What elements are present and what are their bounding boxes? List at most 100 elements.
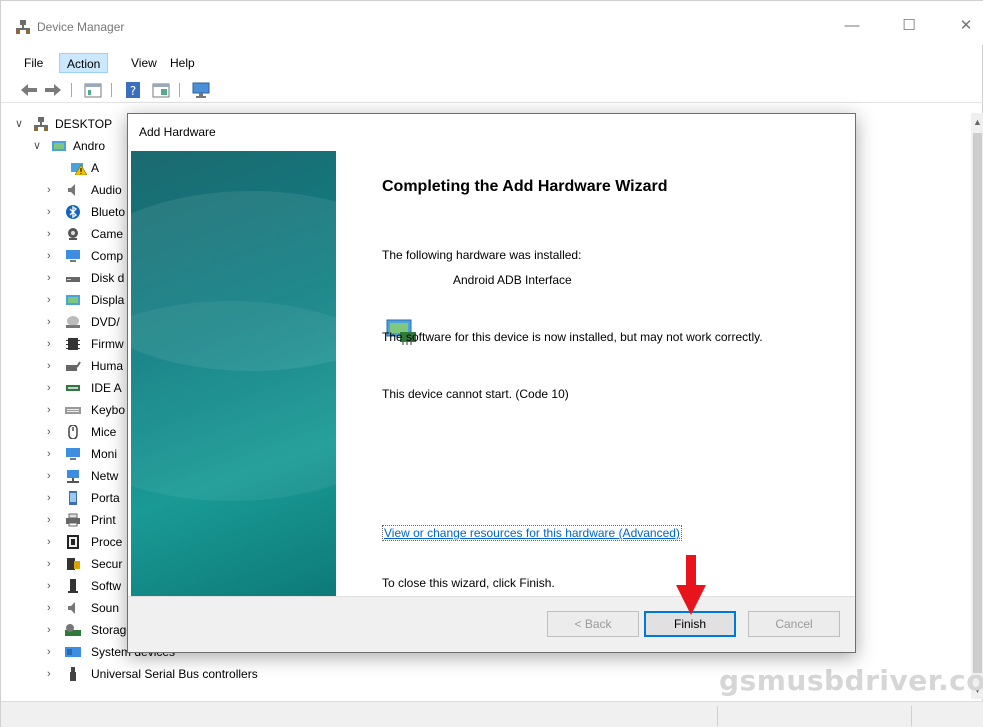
tree-category-label: DVD/ — [91, 315, 120, 329]
tree-category-label: Blueto — [91, 205, 126, 219]
chevron-right-icon[interactable]: › — [47, 267, 57, 289]
firmware-icon — [66, 338, 80, 350]
chevron-right-icon[interactable]: › — [47, 487, 57, 509]
chevron-right-icon[interactable]: › — [47, 289, 57, 311]
chevron-right-icon[interactable]: › — [47, 575, 57, 597]
disk-drive-icon — [66, 277, 80, 282]
chevron-right-icon[interactable]: › — [47, 201, 57, 223]
chevron-right-icon[interactable]: › — [47, 333, 57, 355]
close-hint-text: To close this wizard, click Finish. — [382, 576, 555, 590]
vertical-scrollbar[interactable]: ▲ ▼ — [971, 113, 983, 699]
dialog-footer: < Back Finish Cancel — [128, 596, 855, 652]
tree-android-child-label: A — [91, 161, 100, 175]
android-device-icon — [52, 141, 66, 151]
scan-hardware-icon[interactable] — [191, 81, 211, 99]
chevron-right-icon[interactable]: › — [47, 245, 57, 267]
tree-category-label: Print — [91, 513, 116, 527]
monitor-icon — [66, 448, 80, 460]
keyboard-icon — [65, 407, 81, 414]
back-button[interactable]: < Back — [547, 611, 639, 637]
camera-icon — [68, 228, 78, 240]
chevron-right-icon[interactable]: › — [47, 311, 57, 333]
audio-icon — [68, 184, 75, 196]
tree-category-label: Keybo — [91, 403, 126, 417]
back-icon[interactable] — [19, 81, 39, 99]
tree-category-label: Soun — [91, 601, 120, 615]
chevron-right-icon[interactable]: › — [47, 597, 57, 619]
chevron-right-icon[interactable]: › — [47, 553, 57, 575]
properties-icon[interactable] — [83, 81, 103, 99]
menu-bar: File Action View Help — [1, 50, 983, 74]
chevron-right-icon[interactable]: › — [47, 619, 57, 641]
chevron-right-icon[interactable]: › — [47, 223, 57, 245]
computer-icon — [66, 250, 80, 262]
help-icon[interactable]: ? — [123, 81, 143, 99]
forward-icon[interactable] — [43, 81, 63, 99]
status-bar — [1, 701, 983, 727]
wizard-banner-image — [131, 151, 336, 596]
scroll-up-icon[interactable]: ▲ — [971, 115, 983, 129]
menu-view[interactable]: View — [124, 53, 164, 73]
mouse-icon — [68, 425, 78, 439]
chevron-down-icon[interactable]: ∨ — [15, 113, 25, 135]
chevron-right-icon[interactable]: › — [47, 421, 57, 443]
chevron-right-icon[interactable]: › — [47, 377, 57, 399]
warning-icon — [71, 163, 87, 175]
dvd-drive-icon — [66, 316, 80, 328]
processor-icon — [67, 535, 79, 549]
minimize-button[interactable]: — — [837, 13, 867, 39]
installed-intro-text: The following hardware was installed: — [382, 248, 582, 262]
close-button[interactable]: ✕ — [951, 13, 981, 39]
software-device-icon — [68, 579, 78, 593]
chevron-down-icon[interactable]: ∨ — [33, 135, 43, 157]
tree-category-label: Porta — [91, 491, 120, 505]
dialog-title: Add Hardware — [139, 125, 216, 139]
svg-text:?: ? — [130, 84, 136, 98]
title-bar: Device Manager — ☐ ✕ — [1, 1, 983, 45]
sound-icon — [68, 602, 75, 614]
chevron-right-icon[interactable]: › — [47, 465, 57, 487]
tree-category-label: Secur — [91, 557, 123, 571]
advanced-resources-link[interactable]: View or change resources for this hardwa… — [382, 525, 682, 541]
tree-category-label: Displa — [91, 293, 125, 307]
computer-root-icon — [34, 117, 48, 131]
tree-android-label: Andro — [73, 139, 106, 153]
menu-help[interactable]: Help — [163, 53, 202, 73]
device-name: Android ADB Interface — [453, 273, 572, 287]
toolbar: ? — [1, 77, 983, 103]
security-device-icon — [67, 558, 80, 570]
network-adapter-icon — [67, 470, 79, 483]
chevron-right-icon[interactable]: › — [47, 531, 57, 553]
chevron-right-icon[interactable]: › — [47, 509, 57, 531]
printer-icon — [66, 513, 80, 527]
display-adapter-icon — [66, 295, 80, 305]
tree-category-label: Softw — [91, 579, 122, 593]
window-title: Device Manager — [37, 20, 125, 34]
chevron-right-icon[interactable]: › — [47, 663, 57, 685]
scrollbar-thumb[interactable] — [973, 133, 982, 673]
tree-category-label: Audio — [91, 183, 122, 197]
add-hardware-dialog: Add Hardware Completing the Add Hardware… — [127, 113, 856, 653]
dialog-body: Completing the Add Hardware Wizard The f… — [128, 151, 855, 596]
error-text: This device cannot start. (Code 10) — [382, 387, 569, 401]
dialog-title-bar: Add Hardware — [128, 114, 855, 151]
view-icon[interactable] — [151, 81, 171, 99]
chevron-right-icon[interactable]: › — [47, 399, 57, 421]
ide-controller-icon — [66, 385, 80, 391]
menu-action[interactable]: Action — [59, 53, 109, 73]
menu-file[interactable]: File — [17, 53, 50, 73]
portable-device-icon — [69, 491, 77, 505]
tree-category-label: Netw — [91, 469, 119, 483]
tree-category-label: Came — [91, 227, 124, 241]
chevron-right-icon[interactable]: › — [47, 641, 57, 663]
tree-root-label: DESKTOP — [55, 117, 113, 131]
tree-category-label: Huma — [91, 359, 124, 373]
chevron-right-icon[interactable]: › — [47, 179, 57, 201]
hid-icon — [66, 361, 81, 371]
chevron-right-icon[interactable]: › — [47, 443, 57, 465]
cancel-button[interactable]: Cancel — [748, 611, 840, 637]
maximize-button[interactable]: ☐ — [894, 13, 924, 39]
device-manager-icon — [16, 20, 30, 34]
tree-category-label: Proce — [91, 535, 123, 549]
chevron-right-icon[interactable]: › — [47, 355, 57, 377]
